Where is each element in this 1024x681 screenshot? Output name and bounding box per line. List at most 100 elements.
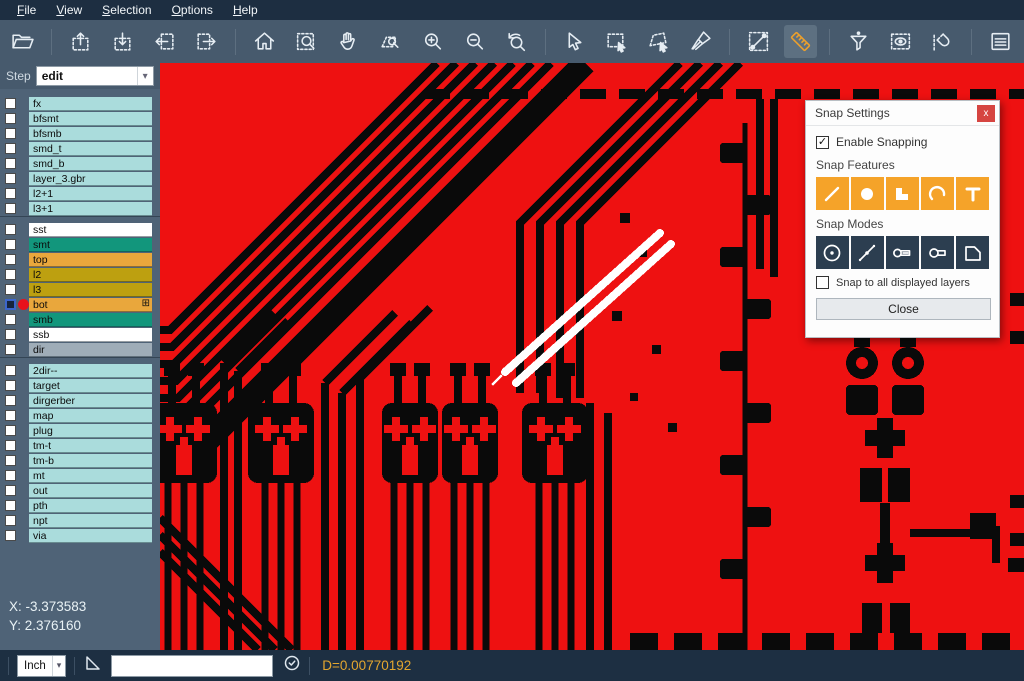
layer-name[interactable]: ssb xyxy=(29,328,152,342)
layer-row[interactable]: npt xyxy=(0,513,160,528)
layer-visibility-checkbox[interactable] xyxy=(5,344,16,355)
measure-ruler-icon[interactable] xyxy=(784,25,817,58)
layer-name[interactable]: sst xyxy=(29,223,152,237)
open-file-icon[interactable] xyxy=(6,25,39,58)
layer-visibility-checkbox[interactable] xyxy=(5,500,16,511)
layer-name[interactable]: layer_3.gbr xyxy=(29,172,152,186)
import-down-icon[interactable] xyxy=(106,25,139,58)
step-select[interactable]: edit ▾ xyxy=(36,66,154,86)
measure-input[interactable] xyxy=(111,655,273,677)
select-rectangle-icon[interactable] xyxy=(600,25,633,58)
select-pointer-icon[interactable] xyxy=(558,25,591,58)
layer-visibility-checkbox[interactable] xyxy=(5,485,16,496)
snap-center-icon[interactable] xyxy=(816,236,849,269)
layer-visibility-checkbox[interactable] xyxy=(5,98,16,109)
layer-name[interactable]: via xyxy=(29,529,152,543)
layer-name[interactable]: tm-t xyxy=(29,439,152,453)
zoom-polygon-icon[interactable] xyxy=(374,25,407,58)
snap-pad-icon[interactable] xyxy=(851,177,884,210)
layer-row[interactable]: bfsmt xyxy=(0,111,160,126)
layer-name[interactable]: out xyxy=(29,484,152,498)
layer-name[interactable]: bfsmb xyxy=(29,127,152,141)
menu-help[interactable]: Help xyxy=(224,1,267,19)
layer-row[interactable]: plug xyxy=(0,423,160,438)
layer-name[interactable]: plug xyxy=(29,424,152,438)
layer-name[interactable]: dir xyxy=(29,343,152,357)
layer-visibility-checkbox[interactable] xyxy=(5,329,16,340)
layer-row[interactable]: tm-t xyxy=(0,438,160,453)
layer-visibility-checkbox[interactable] xyxy=(5,128,16,139)
layer-visibility-checkbox[interactable] xyxy=(5,188,16,199)
layer-name[interactable]: tm-b xyxy=(29,454,152,468)
snap-corner-icon[interactable] xyxy=(886,177,919,210)
layer-row[interactable]: smd_b xyxy=(0,156,160,171)
layer-visibility-checkbox[interactable] xyxy=(5,299,16,310)
layer-name[interactable]: smb xyxy=(29,313,152,327)
import-right-icon[interactable] xyxy=(190,25,223,58)
layer-row[interactable]: fx xyxy=(0,96,160,111)
layer-row[interactable]: pth xyxy=(0,498,160,513)
layer-row[interactable]: top xyxy=(0,252,160,267)
layer-visibility-checkbox[interactable] xyxy=(5,440,16,451)
layer-visibility-checkbox[interactable] xyxy=(5,113,16,124)
layer-row[interactable]: bot ⊞ xyxy=(0,297,160,312)
menu-view[interactable]: View xyxy=(47,1,91,19)
layer-visibility-checkbox[interactable] xyxy=(5,269,16,280)
pan-hand-icon[interactable] xyxy=(332,25,365,58)
layer-name[interactable]: smd_t xyxy=(29,142,152,156)
layer-row[interactable]: ssb xyxy=(0,327,160,342)
layer-visibility-checkbox[interactable] xyxy=(5,380,16,391)
layer-name[interactable]: bfsmt xyxy=(29,112,152,126)
snap-slot-round-icon[interactable] xyxy=(921,236,954,269)
layer-visibility-checkbox[interactable] xyxy=(5,365,16,376)
layer-name[interactable]: mt xyxy=(29,469,152,483)
zoom-out-icon[interactable] xyxy=(458,25,491,58)
measure-distance-icon[interactable] xyxy=(742,25,775,58)
layer-visibility-checkbox[interactable] xyxy=(5,410,16,421)
layer-visibility-checkbox[interactable] xyxy=(5,314,16,325)
layer-visibility-checkbox[interactable] xyxy=(5,530,16,541)
zoom-in-icon[interactable] xyxy=(416,25,449,58)
zoom-window-icon[interactable] xyxy=(290,25,323,58)
layer-row[interactable]: tm-b xyxy=(0,453,160,468)
layer-name[interactable]: bot xyxy=(29,298,152,312)
layer-visibility-checkbox[interactable] xyxy=(5,470,16,481)
layer-row[interactable]: target xyxy=(0,378,160,393)
layer-row[interactable]: out xyxy=(0,483,160,498)
snap-magnet-icon[interactable] xyxy=(926,25,959,58)
layer-row[interactable]: smb xyxy=(0,312,160,327)
angle-measure-icon[interactable] xyxy=(83,653,103,678)
menu-options[interactable]: Options xyxy=(163,1,222,19)
layer-visibility-checkbox[interactable] xyxy=(5,143,16,154)
enable-snapping-checkbox[interactable]: ✓ xyxy=(816,136,829,149)
snap-text-icon[interactable] xyxy=(956,177,989,210)
layer-visibility-checkbox[interactable] xyxy=(5,224,16,235)
layer-visibility-checkbox[interactable] xyxy=(5,284,16,295)
close-icon[interactable]: x xyxy=(977,105,995,122)
layer-row[interactable]: map xyxy=(0,408,160,423)
import-up-icon[interactable] xyxy=(64,25,97,58)
unit-select[interactable]: Inch ▾ xyxy=(17,655,66,677)
layer-row[interactable]: smd_t xyxy=(0,141,160,156)
snap-midpoint-icon[interactable] xyxy=(851,236,884,269)
view-options-icon[interactable] xyxy=(884,25,917,58)
snap-slot-horizontal-icon[interactable] xyxy=(886,236,919,269)
layer-row[interactable]: bfsmb xyxy=(0,126,160,141)
menu-file[interactable]: File xyxy=(8,1,45,19)
close-button[interactable]: Close xyxy=(816,298,991,320)
layer-visibility-checkbox[interactable] xyxy=(5,239,16,250)
layer-visibility-checkbox[interactable] xyxy=(5,158,16,169)
home-view-icon[interactable] xyxy=(248,25,281,58)
layer-visibility-checkbox[interactable] xyxy=(5,254,16,265)
layer-name[interactable]: l3+1 xyxy=(29,202,152,216)
layer-visibility-checkbox[interactable] xyxy=(5,425,16,436)
layer-row[interactable]: l3+1 xyxy=(0,201,160,216)
layer-name[interactable]: l3 xyxy=(29,283,152,297)
layer-table-icon[interactable] xyxy=(984,25,1017,58)
layer-visibility-checkbox[interactable] xyxy=(5,515,16,526)
snap-line-icon[interactable] xyxy=(816,177,849,210)
layer-row[interactable]: smt xyxy=(0,237,160,252)
select-polygon-icon[interactable] xyxy=(642,25,675,58)
layer-row[interactable]: dir xyxy=(0,342,160,357)
snap-arc-icon[interactable] xyxy=(921,177,954,210)
